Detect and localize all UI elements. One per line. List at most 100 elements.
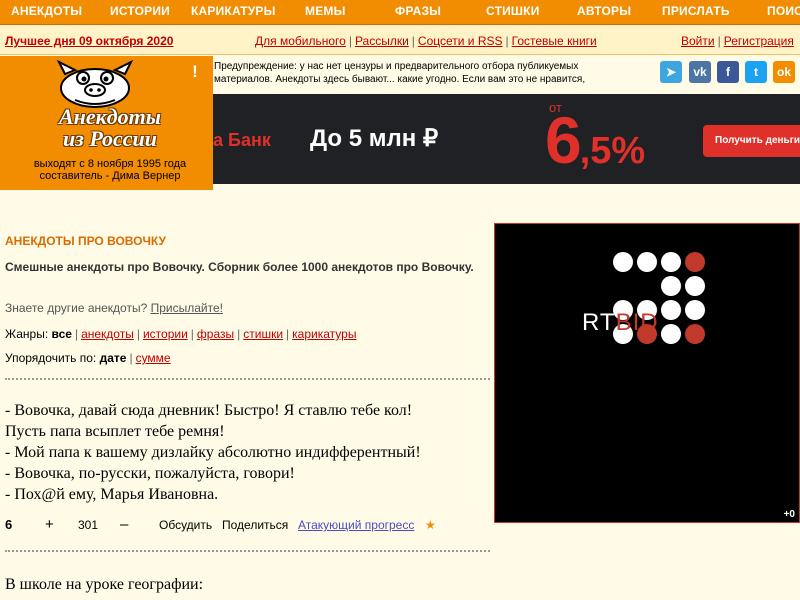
nav-item-prislat[interactable]: ПРИСЛАТЬ [662,4,730,18]
genre-istorii[interactable]: истории [143,327,188,341]
joke-line: - Пох@й ему, Марья Ивановна. [5,486,219,503]
separator: | [74,327,79,341]
site-header: Анекдоты из России выходят с 8 ноября 19… [0,56,800,190]
rtbid-dots-logo-icon [613,252,705,344]
separator: | [411,34,415,48]
vk-icon[interactable]: vk [689,61,711,83]
sort-current: дате [99,351,127,365]
submit-prompt: Знаете другие анекдоты? Присылайте! [5,301,223,315]
nav-item-stishki[interactable]: СТИШКИ [486,4,540,18]
rtbid-logo-bid: BID [615,309,659,336]
nav-item-anekdoty[interactable]: АНЕКДОТЫ [11,4,82,18]
banner-rate-int: 6 [545,103,582,177]
joke-line: Пусть папа всыплет тебе ремня! [5,423,225,440]
genre-frazy[interactable]: фразы [197,327,234,341]
mobile-link[interactable]: Для мобильного [255,34,346,48]
register-link[interactable]: Регистрация [724,34,794,48]
nav-item-karikatury[interactable]: КАРИКАТУРЫ [191,4,276,18]
favorite-star-icon[interactable]: ★ [425,518,436,532]
banner-amount: До 5 млн ₽ [310,125,439,152]
logo-title: Анекдоты из России [10,106,210,150]
guestbooks-link[interactable]: Гостевые книги [512,34,597,48]
social-rss-link[interactable]: Соцсети и RSS [418,34,503,48]
section-description: Смешные анекдоты про Вовочку. Сборник бо… [5,260,474,274]
divider [5,550,490,552]
joke-line: - Вовочка, по-русски, пожалуйста, говори… [5,465,295,482]
submit-link[interactable]: Присылайте! [151,301,223,315]
separator: | [286,327,290,341]
telegram-icon[interactable]: ➤ [660,61,682,83]
facebook-icon[interactable]: f [717,61,739,83]
share-button[interactable]: Поделиться [222,518,288,532]
nav-item-memy[interactable]: МЕМЫ [305,4,346,18]
joke-score: 6 [5,517,13,532]
login-link[interactable]: Войти [681,34,715,48]
logo-subtitle-line1: выходят с 8 ноября 1995 года [33,158,187,170]
separator: | [505,34,509,48]
discuss-button[interactable]: Обсудить [159,518,212,532]
warning-icon: ! [183,60,207,84]
twitter-icon[interactable]: t [745,61,767,83]
nav-item-search[interactable]: ПОИС [767,4,800,18]
joke-actions: 6 + 301 – Обсудить Поделиться Атакующий … [5,516,490,536]
genre-stishki[interactable]: стишки [243,327,283,341]
odnoklassniki-icon[interactable]: ok [773,61,795,83]
warning-text: Предупреждение: у нас нет цензуры и пред… [214,61,586,85]
ad-logo-dot [661,300,681,320]
separator: | [129,351,133,365]
ad-logo-dot [685,300,705,320]
ad-logo-dot [637,252,657,272]
separator: | [717,34,721,48]
sort-control: Упорядочить по: дате | сумме [5,351,171,365]
nav-item-avtory[interactable]: АВТОРЫ [577,4,631,18]
genre-filter: Жанры: все | анекдоты | истории | фразы | стишки… [5,327,356,341]
joke-text: - Вовочка, давай сюда дневник! Быстро! Я… [5,400,490,505]
site-logo[interactable]: Анекдоты из России выходят с 8 ноября 19… [0,56,213,190]
logo-subtitle: выходят с 8 ноября 1995 года составитель… [10,158,210,182]
vote-up-button[interactable]: + [45,516,54,533]
logo-title-line1: Анекдоты [58,104,162,129]
joke-tag-link[interactable]: Атакующий прогресс [298,518,414,532]
banner-rate-frac: ,5% [579,130,646,172]
rtbid-logo-text: RTBID [582,309,659,337]
separator: | [348,34,352,48]
genre-karikatury[interactable]: карикатуры [292,327,356,341]
auth-links: Войти | Регистрация [681,34,794,48]
ad-logo-dot [661,324,681,344]
genre-anekdoty[interactable]: анекдоты [81,327,134,341]
best-of-day-link[interactable]: Лучшее дня 09 октября 2020 [5,34,173,48]
genre-label: Жанры: [5,327,49,341]
page-title: АНЕКДОТЫ ПРО ВОВОЧКУ [5,234,167,248]
pig-logo-icon [56,60,134,108]
ad-logo-dot [685,324,705,344]
side-ad[interactable]: RTBID +0 [494,223,800,523]
sort-by-sum-link[interactable]: сумме [136,351,171,365]
main-content: АНЕКДОТЫ ПРО ВОВОЧКУ Смешные анекдоты пр… [0,190,494,600]
separator: | [237,327,241,341]
ad-logo-dot [613,252,633,272]
divider [5,378,490,380]
ad-counter: +0 [783,509,795,520]
logo-title-line2: из России [63,126,157,151]
separator: | [136,327,140,341]
logo-subtitle-line2: составитель - Дима Вернер [39,170,181,182]
nav-item-istorii[interactable]: ИСТОРИИ [110,4,170,18]
ad-logo-dot [685,252,705,272]
service-links: Для мобильного | Рассылки | Соцсети и RSS | Го… [255,34,597,48]
banner-cta-button[interactable]: Получить деньги [703,125,800,157]
top-navigation: АНЕКДОТЫ ИСТОРИИ КАРИКАТУРЫ МЕМЫ ФРАЗЫ С… [0,0,800,25]
newsletters-link[interactable]: Рассылки [355,34,409,48]
joke-line: - Мой папа к вашему дизлайку абсолютно и… [5,444,421,461]
vote-count: 301 [78,518,99,532]
banner-bank-name: а Банк [213,130,271,150]
ad-logo-dot [661,276,681,296]
ad-logo-dot [685,276,705,296]
ad-logo-dot [661,252,681,272]
next-joke-text: В школе на уроке географии: [5,576,204,593]
banner-rate: 6,5% [545,102,645,184]
vote-down-button[interactable]: – [120,516,128,533]
separator: | [190,327,194,341]
joke-line: - Вовочка, давай сюда дневник! Быстро! Я… [5,402,413,419]
nav-item-frazy[interactable]: ФРАЗЫ [395,4,441,18]
ad-banner[interactable]: а Банк До 5 млн ₽ от 6,5% Получить деньг… [213,94,800,184]
